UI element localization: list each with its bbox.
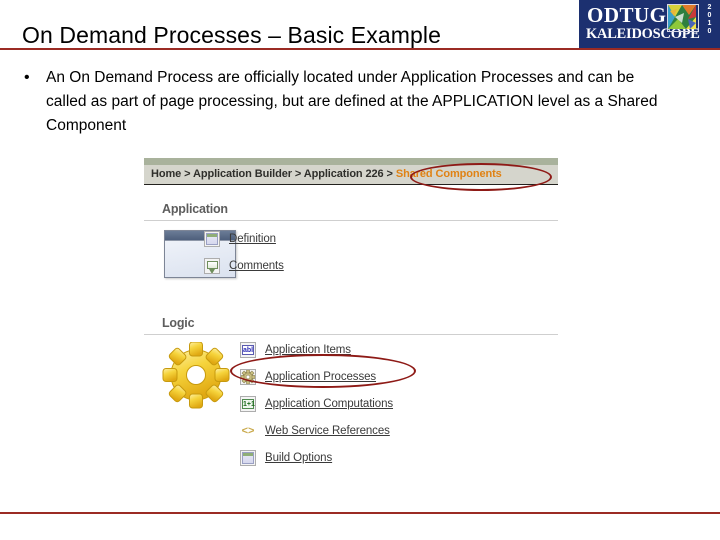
bullet-text: An On Demand Process are officially loca… — [46, 69, 658, 134]
breadcrumb-item-home[interactable]: Home — [151, 168, 181, 180]
footer-divider — [0, 512, 720, 514]
page-title: On Demand Processes – Basic Example — [22, 22, 441, 48]
sum-glyph: 1+1 — [242, 399, 255, 409]
logo-year-text: 2010 — [706, 4, 713, 36]
breadcrumb-item-application-226[interactable]: Application 226 — [304, 168, 384, 180]
window-icon — [240, 450, 256, 466]
breadcrumb-separator: > — [181, 168, 193, 180]
breadcrumb-item-application-builder[interactable]: Application Builder — [193, 168, 292, 180]
abl-glyph: abl — [242, 345, 254, 355]
window-icon — [204, 231, 220, 247]
link-row-application-computations[interactable]: 1+1 Application Computations — [240, 395, 393, 413]
link-label-definition[interactable]: Definition — [229, 233, 276, 245]
sum-icon: 1+1 — [240, 396, 256, 412]
link-label-comments[interactable]: Comments — [229, 260, 284, 272]
bullet-marker: • — [24, 69, 30, 86]
bullet-block: • An On Demand Process are officially lo… — [18, 66, 658, 138]
list-item: • An On Demand Process are officially lo… — [18, 66, 658, 138]
link-row-definition[interactable]: Definition — [204, 230, 276, 248]
link-label-application-computations[interactable]: Application Computations — [265, 398, 393, 410]
link-label-build-options[interactable]: Build Options — [265, 452, 332, 464]
link-row-web-service-references[interactable]: <> Web Service References — [240, 422, 390, 440]
header-divider — [0, 48, 720, 50]
angle-brackets-icon: <> — [240, 423, 256, 439]
section-heading-application: Application — [162, 202, 228, 216]
section-heading-logic: Logic — [162, 316, 195, 330]
angle-brackets-glyph: <> — [241, 425, 255, 437]
logo-odtug-text: ODTUG — [587, 3, 667, 27]
link-row-build-options[interactable]: Build Options — [240, 449, 332, 467]
section-divider — [144, 334, 558, 335]
odtug-kaleidoscope-logo: ODTUG KALEIDOSCOPE 2010 — [579, 0, 720, 48]
link-row-comments[interactable]: Comments — [204, 257, 284, 275]
kaleidoscope-square-icon — [667, 4, 699, 32]
gear-graphic — [160, 341, 236, 410]
abl-textfield-icon: abl — [240, 342, 256, 358]
embedded-apex-screenshot: Home > Application Builder > Application… — [140, 158, 558, 470]
section-divider — [144, 220, 558, 221]
breadcrumb-highlight-ellipse — [410, 163, 552, 191]
comment-bubble-icon — [204, 258, 220, 274]
breadcrumb-separator: > — [383, 168, 396, 180]
application-processes-highlight-ellipse — [230, 354, 416, 388]
link-label-web-service-references[interactable]: Web Service References — [265, 425, 390, 437]
breadcrumb-separator: > — [291, 168, 304, 180]
